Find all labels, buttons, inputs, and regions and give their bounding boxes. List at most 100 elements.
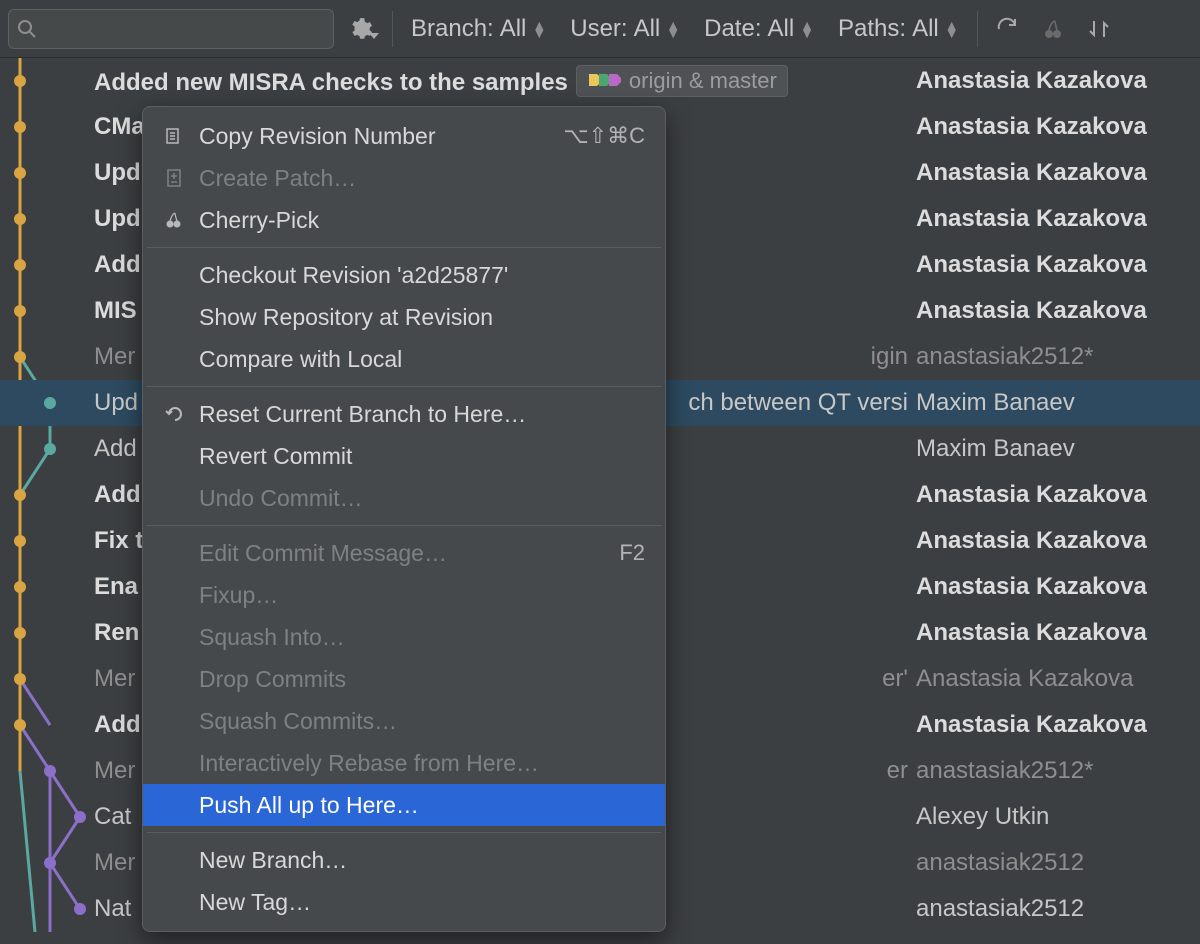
sort-icon [1087,17,1111,41]
cherry-icon [1041,17,1065,41]
refresh-button[interactable] [990,12,1024,46]
commit-message-suffix: er [887,757,908,784]
undo-commit-menuitem[interactable]: Undo Commit… [143,477,665,519]
branch-filter[interactable]: Branch: All ▲▼ [405,15,552,43]
commit-author: anastasiak2512* [916,343,1200,371]
menu-label: Drop Commits [199,666,645,693]
search-input[interactable] [8,9,334,49]
menu-label: Undo Commit… [199,485,645,512]
menu-label: Squash Into… [199,624,645,651]
push-all-menuitem[interactable]: Push All up to Here… [143,784,665,826]
commit-node [44,765,56,777]
commit-node [44,857,56,869]
commit-author: Anastasia Kazakova [916,711,1200,739]
commit-author: Anastasia Kazakova [916,573,1200,601]
commit-author: anastasiak2512 [916,849,1200,877]
commit-node [74,903,86,915]
commit-node [14,213,26,225]
commit-node [14,627,26,639]
edit-commit-menuitem[interactable]: Edit Commit Message… F2 [143,532,665,574]
drop-commits-menuitem[interactable]: Drop Commits [143,658,665,700]
paths-filter-label: Paths: [838,15,906,43]
show-repository-menuitem[interactable]: Show Repository at Revision [143,296,665,338]
toolbar: Branch: All ▲▼ User: All ▲▼ Date: All ▲▼… [0,0,1200,58]
cherry-pick-menuitem[interactable]: Cherry-Pick [143,199,665,241]
copy-revision-menuitem[interactable]: Copy Revision Number ⌥⇧⌘C [143,115,665,157]
commit-node [14,673,26,685]
new-branch-menuitem[interactable]: New Branch… [143,839,665,881]
new-tag-menuitem[interactable]: New Tag… [143,881,665,923]
commit-node [14,351,26,363]
commit-author: Anastasia Kazakova [916,205,1200,233]
context-menu: Copy Revision Number ⌥⇧⌘C Create Patch… … [142,106,666,932]
commit-message: Added new MISRA checks to the samplesori… [92,65,916,97]
menu-label: Interactively Rebase from Here… [199,750,645,777]
commit-node [14,719,26,731]
commit-node [14,535,26,547]
chevron-down-icon [369,31,379,41]
commit-author: Anastasia Kazakova [916,481,1200,509]
commit-node [14,75,26,87]
branch-tag-label: origin & master [629,68,777,94]
menu-label: New Branch… [199,847,645,874]
squash-commits-menuitem[interactable]: Squash Commits… [143,700,665,742]
commit-author: Anastasia Kazakova [916,619,1200,647]
commit-node [14,581,26,593]
user-filter-label: User: [570,15,627,43]
sort-button[interactable] [1082,12,1116,46]
copy-icon [163,125,185,147]
branch-filter-label: Branch: [411,15,494,43]
squash-into-menuitem[interactable]: Squash Into… [143,616,665,658]
patch-icon [163,167,185,189]
commit-author: Anastasia Kazakova [916,251,1200,279]
commit-row[interactable]: Added new MISRA checks to the samplesori… [0,58,1200,104]
updown-icon: ▲▼ [800,21,814,37]
menu-label: Checkout Revision 'a2d25877' [199,262,645,289]
date-filter-label: Date: [704,15,761,43]
branch-filter-value: All [500,15,527,43]
date-filter[interactable]: Date: All ▲▼ [698,15,820,43]
menu-separator [147,525,661,526]
updown-icon: ▲▼ [945,21,959,37]
commit-author: Anastasia Kazakova [916,67,1200,95]
commit-node [44,443,56,455]
commit-message-suffix: ch between QT versi [688,389,908,416]
menu-label: Show Repository at Revision [199,304,645,331]
commit-node [14,305,26,317]
commit-author: Alexey Utkin [916,803,1200,831]
reset-icon [163,403,185,425]
cherry-pick-button[interactable] [1036,12,1070,46]
commit-message-suffix: er' [882,665,908,692]
search-icon [17,19,37,39]
interactive-rebase-menuitem[interactable]: Interactively Rebase from Here… [143,742,665,784]
user-filter-value: All [634,15,661,43]
fixup-menuitem[interactable]: Fixup… [143,574,665,616]
date-filter-value: All [768,15,795,43]
compare-local-menuitem[interactable]: Compare with Local [143,338,665,380]
commit-author: Maxim Banaev [916,389,1200,417]
menu-shortcut: ⌥⇧⌘C [563,123,645,149]
checkout-revision-menuitem[interactable]: Checkout Revision 'a2d25877' [143,254,665,296]
commit-author: Maxim Banaev [916,435,1200,463]
revert-commit-menuitem[interactable]: Revert Commit [143,435,665,477]
commit-author: Anastasia Kazakova [916,527,1200,555]
user-filter[interactable]: User: All ▲▼ [564,15,686,43]
commit-author: Anastasia Kazakova [916,113,1200,141]
paths-filter[interactable]: Paths: All ▲▼ [832,15,965,43]
updown-icon: ▲▼ [532,21,546,37]
branch-tag[interactable]: origin & master [576,65,788,97]
commit-node [44,397,56,409]
separator [977,11,978,47]
commit-node [74,811,86,823]
menu-label: Edit Commit Message… [199,540,605,567]
commit-node [14,167,26,179]
menu-label: Revert Commit [199,443,645,470]
settings-filter-icon[interactable] [346,12,380,46]
menu-label: Cherry-Pick [199,207,645,234]
menu-label: Fixup… [199,582,645,609]
menu-separator [147,386,661,387]
create-patch-menuitem[interactable]: Create Patch… [143,157,665,199]
commit-author: Anastasia Kazakova [916,159,1200,187]
reset-branch-menuitem[interactable]: Reset Current Branch to Here… [143,393,665,435]
separator [392,11,393,47]
